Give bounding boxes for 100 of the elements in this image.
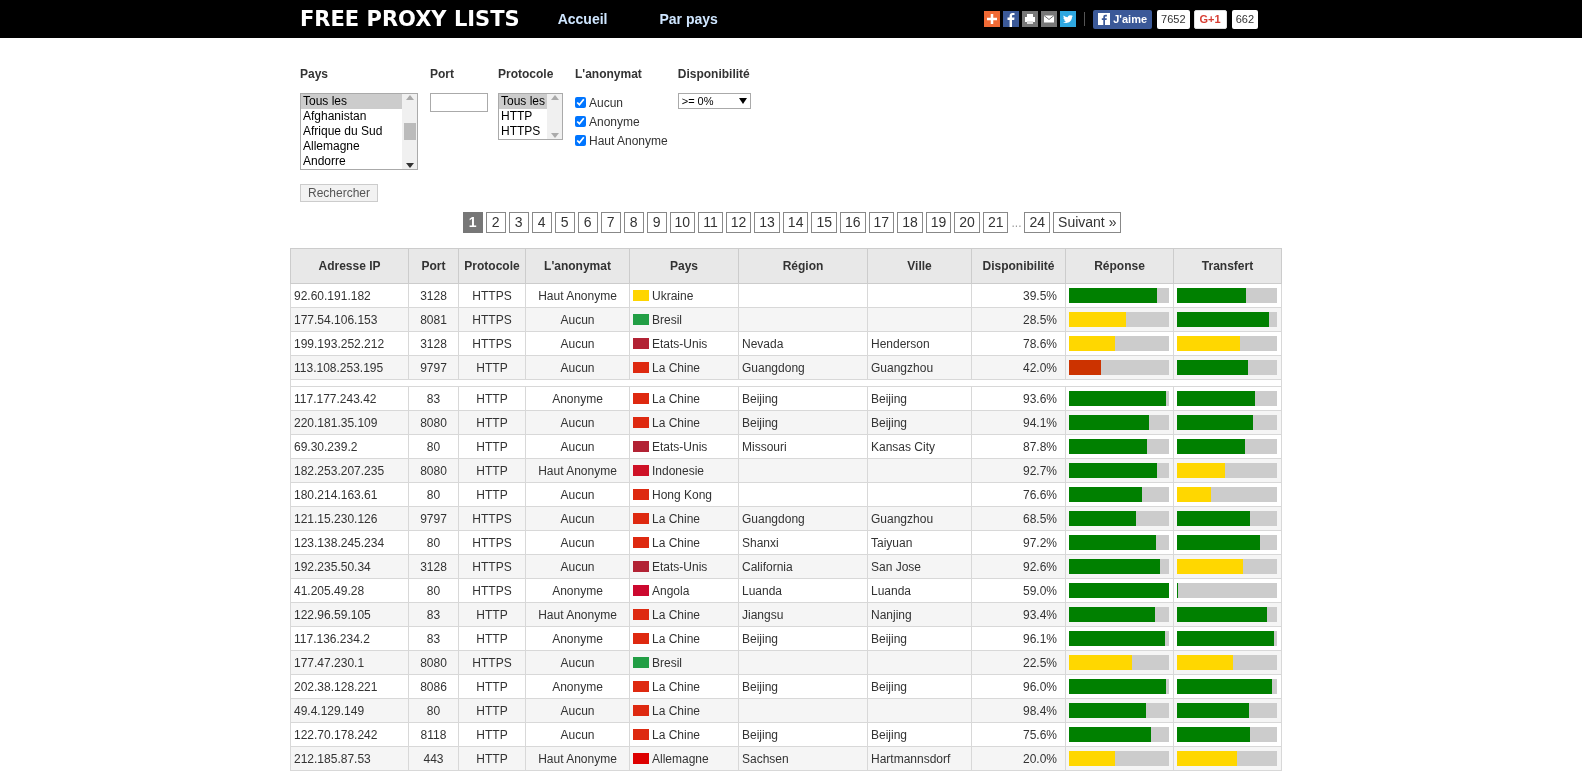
table-cell: Guangzhou	[867, 506, 972, 531]
page-button[interactable]: 16	[840, 212, 866, 233]
page-button[interactable]: 11	[698, 212, 723, 233]
page-button[interactable]: 6	[577, 212, 598, 233]
table-cell: 28.5%	[971, 307, 1066, 332]
nav-link[interactable]: Accueil	[557, 11, 608, 27]
page-button[interactable]: 4	[531, 212, 552, 233]
table-cell: 83	[408, 386, 459, 411]
scroll-down-arrow-icon[interactable]	[405, 163, 414, 169]
page-button[interactable]: 21	[982, 212, 1009, 233]
plus-icon[interactable]	[984, 11, 1001, 27]
page-button[interactable]: 5	[554, 212, 575, 233]
list-option[interactable]: Allemagne	[301, 139, 402, 154]
page-button[interactable]: 18	[897, 212, 923, 233]
checkbox[interactable]	[575, 116, 586, 127]
country-name: Ukraine	[652, 288, 694, 303]
table-cell: 202.38.128.221	[290, 674, 409, 699]
table-cell: Shanxi	[738, 530, 868, 555]
table-cell: 87.8%	[971, 434, 1066, 459]
table-cell: 97.2%	[971, 530, 1066, 555]
port-input-field[interactable]	[430, 93, 488, 112]
protocol-list[interactable]: Tous les HTTP HTTPS	[498, 93, 563, 140]
table-cell: 182.253.207.235	[290, 458, 409, 483]
table-cell: HTTP	[458, 722, 526, 747]
page-button[interactable]: 17	[868, 212, 895, 233]
table-cell: HTTP	[458, 482, 526, 507]
table-cell: Guangzhou	[867, 355, 972, 380]
page-button[interactable]: 9	[646, 212, 667, 233]
table-cell: California	[738, 554, 868, 579]
page-button[interactable]: 14	[782, 212, 809, 233]
table-cell: Aucun	[525, 650, 630, 675]
table-cell: 117.136.234.2	[290, 626, 409, 651]
table-cell: 113.108.253.195	[290, 355, 409, 380]
table-cell: HTTP	[458, 434, 526, 459]
table-cell: Anonyme	[525, 578, 630, 603]
table-cell: 121.15.230.126	[290, 506, 409, 531]
table-cell: 39.5%	[971, 283, 1066, 308]
table-cell: 20.0%	[971, 746, 1066, 771]
table-cell: 3128	[408, 331, 459, 356]
column-header: Transfert	[1173, 248, 1282, 284]
table-cell: HTTP	[458, 626, 526, 651]
search-button[interactable]: Rechercher	[300, 184, 379, 202]
country-name: La Chine	[652, 631, 701, 646]
table-cell: 78.6%	[971, 331, 1066, 356]
table-cell: 76.6%	[971, 482, 1066, 507]
country-name: La Chine	[652, 607, 701, 622]
checkbox[interactable]	[575, 135, 586, 146]
field-label: Protocole	[498, 67, 554, 83]
page-button[interactable]: 8	[623, 212, 644, 233]
mail-icon[interactable]	[1041, 11, 1058, 27]
table-cell: 83	[408, 626, 459, 651]
dropdown-caret-icon	[738, 98, 747, 104]
list-option[interactable]: Andorre	[301, 154, 402, 169]
page-button[interactable]: 24	[1024, 212, 1051, 233]
list-option[interactable]: Afrique du Sud	[301, 124, 402, 139]
nav-link[interactable]: Par pays	[659, 11, 718, 27]
page-button[interactable]: 13	[754, 212, 780, 233]
table-cell: 96.1%	[971, 626, 1066, 651]
page-button[interactable]: 3	[508, 212, 529, 233]
country-name: La Chine	[652, 511, 701, 526]
country-name: Bresil	[652, 312, 682, 327]
table-cell: Beijing	[867, 386, 972, 411]
plus-one-button[interactable]: G+1	[1193, 9, 1227, 29]
page-button[interactable]: 15	[811, 212, 837, 233]
country-name: Hong Kong	[652, 487, 713, 502]
list-option[interactable]: Tous les	[301, 94, 402, 109]
page-button[interactable]: 12	[725, 212, 752, 233]
page-button[interactable]: 10	[669, 212, 696, 233]
facebook-icon	[1098, 13, 1111, 25]
list-option[interactable]: Tous les	[499, 94, 547, 109]
next-page-button[interactable]: Suivant »	[1053, 212, 1122, 233]
country-name: Angola	[652, 583, 690, 598]
table-cell: HTTPS	[458, 331, 526, 356]
facebook-icon[interactable]	[1003, 11, 1020, 27]
twitter-icon[interactable]	[1060, 11, 1077, 27]
table-cell: 69.30.239.2	[290, 434, 409, 459]
list-option[interactable]: HTTPS	[499, 124, 547, 139]
list-option[interactable]: Afghanistan	[301, 109, 402, 124]
page-button[interactable]: 2	[485, 212, 506, 233]
list-option[interactable]: HTTP	[499, 109, 547, 124]
like-button[interactable]: J'aime	[1093, 9, 1153, 29]
table-cell: Beijing	[738, 722, 868, 747]
table-cell: 49.4.129.149	[290, 698, 409, 723]
scrollbar-thumb[interactable]	[403, 123, 416, 140]
availability-dropdown[interactable]: >= 0%	[677, 93, 751, 109]
table-cell: 117.177.243.42	[290, 386, 409, 411]
print-icon[interactable]	[1022, 11, 1039, 27]
table-cell: Luanda	[867, 578, 972, 603]
table-cell: Haut Anonyme	[525, 746, 630, 771]
table-cell: Aucun	[525, 482, 630, 507]
page-button[interactable]: 20	[954, 212, 980, 233]
site-logo[interactable]: FREE PROXY LISTS	[300, 7, 520, 31]
page-button[interactable]: 1	[462, 212, 483, 233]
column-header: Disponibilité	[971, 248, 1066, 284]
table-cell: Nanjing	[867, 602, 972, 627]
page-button[interactable]: 7	[600, 212, 621, 233]
table-cell: 80	[408, 530, 459, 555]
checkbox[interactable]	[575, 97, 586, 108]
page-button[interactable]: 19	[925, 212, 952, 233]
country-list[interactable]: Tous les Afghanistan Afrique du Sud Allemagne Andorre	[300, 93, 418, 170]
